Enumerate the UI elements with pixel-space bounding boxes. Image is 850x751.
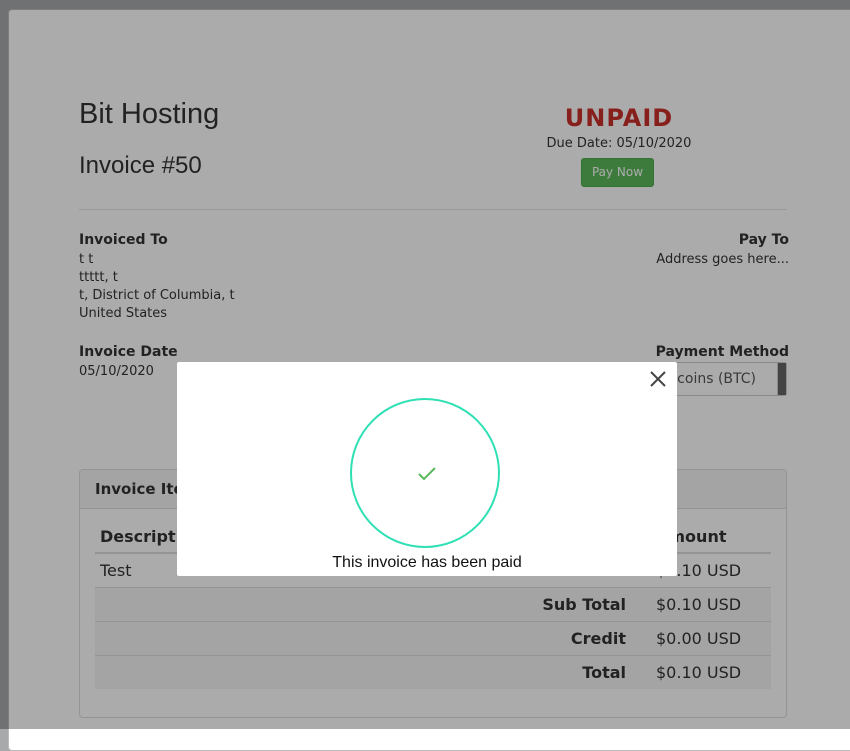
- close-icon[interactable]: [647, 368, 669, 390]
- payment-success-modal: This invoice has been paid: [177, 362, 677, 576]
- checkmark-icon: [416, 465, 438, 487]
- paid-message: This invoice has been paid: [332, 554, 522, 571]
